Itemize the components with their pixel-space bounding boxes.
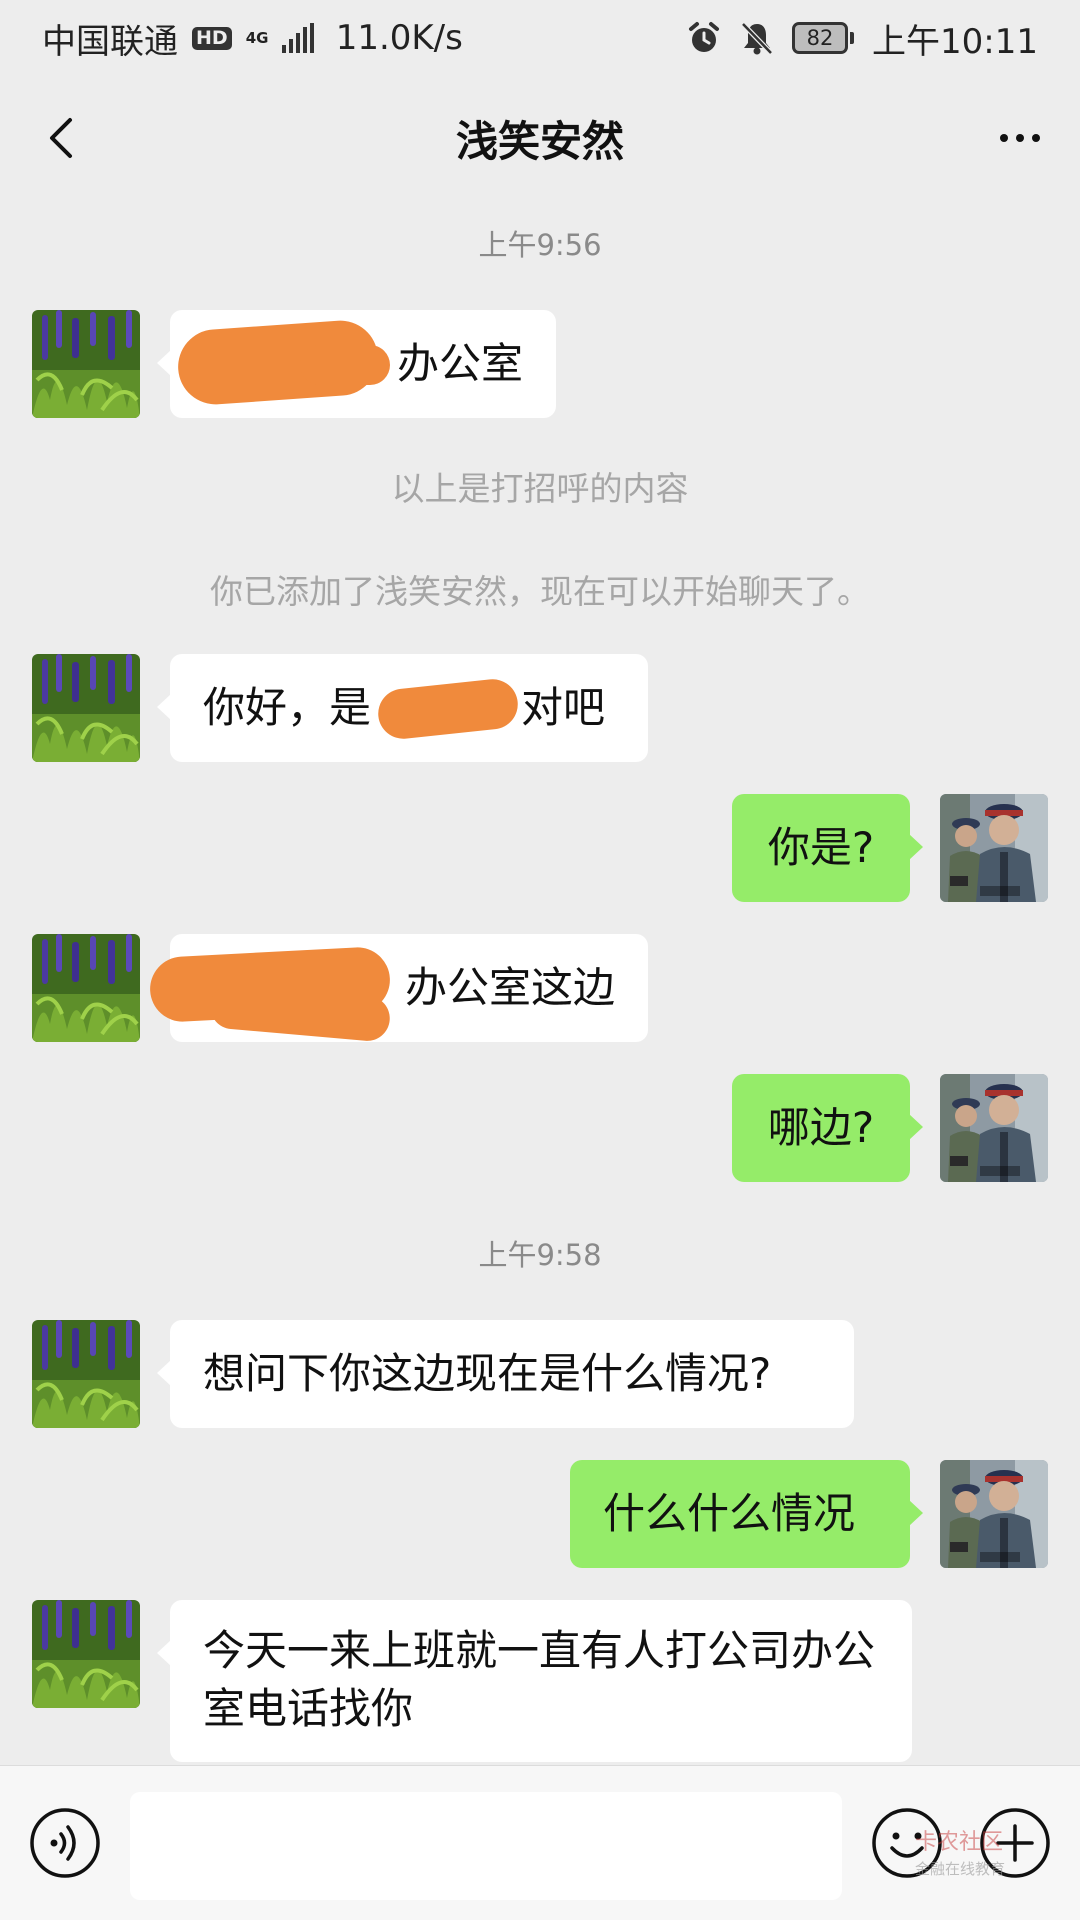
mute-bell-icon — [741, 22, 773, 55]
voice-icon[interactable] — [28, 1806, 102, 1880]
redaction-mark — [300, 345, 390, 385]
contact-avatar[interactable] — [32, 1600, 140, 1708]
timestamp: 上午9:58 — [478, 1238, 602, 1272]
contact-avatar[interactable] — [32, 934, 140, 1042]
message-text: 哪边? — [767, 1103, 875, 1152]
alarm-icon — [689, 22, 720, 52]
my-avatar[interactable] — [940, 1074, 1048, 1182]
contact-avatar[interactable] — [32, 310, 140, 418]
message-text: 你是? — [767, 823, 875, 872]
message-bubble-outgoing[interactable]: 哪边? — [732, 1074, 923, 1182]
chevron-left-icon[interactable] — [30, 106, 94, 170]
timestamp: 上午9:56 — [478, 228, 602, 262]
status-bar: 中国联通 HD 4G 11.0K/s 82 上午10:11 — [0, 0, 1080, 76]
system-message: 以上是打招呼的内容 — [391, 469, 689, 508]
watermark: 卡农社区 金融在线教育 — [915, 1830, 1006, 1878]
network-speed: 11.0K/s — [335, 18, 463, 58]
more-dots-icon[interactable] — [988, 106, 1052, 170]
message-text: 办公室 — [396, 339, 523, 388]
message-text-start: 你好，是 — [203, 683, 372, 732]
network-type-label: 4G — [245, 28, 269, 47]
status-time: 上午10:11 — [872, 21, 1038, 62]
message-bubble-incoming[interactable]: 今天一来上班就一直有人打公司办公室电话找你 — [157, 1600, 912, 1762]
contact-avatar[interactable] — [32, 654, 140, 762]
message-bubble-incoming[interactable]: 想问下你这边现在是什么情况? — [157, 1320, 854, 1428]
hd-badge: HD — [192, 26, 232, 50]
carrier-label: 中国联通 — [42, 21, 178, 62]
system-message: 你已添加了浅笑安然，现在可以开始聊天了。 — [210, 572, 870, 611]
chat-header: 浅笑安然 — [0, 76, 1080, 200]
battery-icon: 82 — [792, 22, 855, 54]
message-text: 想问下你这边现在是什么情况? — [203, 1349, 772, 1398]
message-list[interactable]: 上午9:56 办公室 以上是打招呼的内容 你已添加了浅笑安然，现在可以开始聊天了… — [0, 200, 1080, 1765]
message-text: 什么什么情况 — [603, 1489, 856, 1538]
message-text-end: 对吧 — [521, 683, 606, 732]
my-avatar[interactable] — [940, 1460, 1048, 1568]
message-text: 办公室这边 — [404, 963, 615, 1012]
my-avatar[interactable] — [940, 794, 1048, 902]
signal-icon — [281, 23, 314, 53]
contact-avatar[interactable] — [32, 1320, 140, 1428]
message-text: 今天一来上班就一直有人打公司办公室电话找你 — [203, 1626, 876, 1733]
chat-title: 浅笑安然 — [455, 116, 624, 166]
message-bubble-outgoing[interactable]: 什么什么情况 — [570, 1460, 923, 1568]
message-input[interactable] — [130, 1792, 842, 1900]
message-bubble-outgoing[interactable]: 你是? — [732, 794, 923, 902]
